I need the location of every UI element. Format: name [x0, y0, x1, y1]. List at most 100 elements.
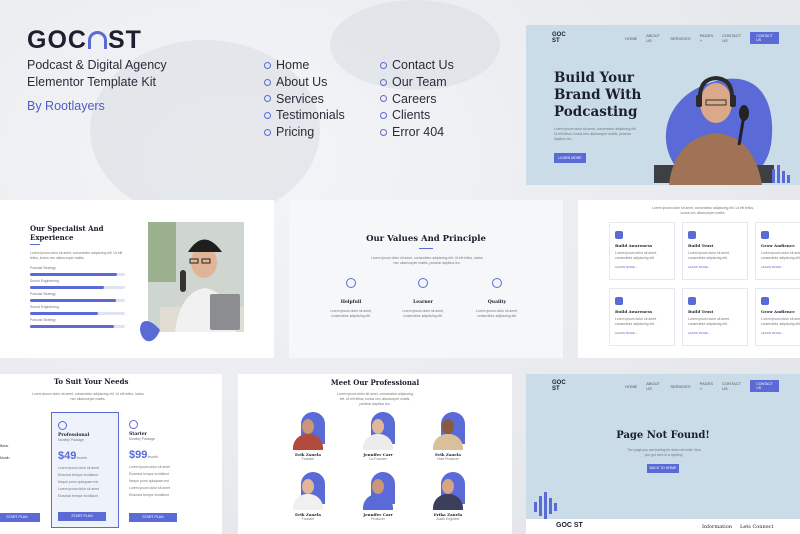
service-text: Lorem ipsum dolor sit amet, consectetur …: [615, 317, 657, 326]
start-plan-button[interactable]: START PLAN: [0, 513, 40, 522]
service-text: Lorem ipsum dolor sit amet, consectetur …: [615, 251, 657, 260]
nav-item[interactable]: SERVICES: [670, 384, 690, 389]
headphone-icon: [87, 30, 107, 49]
learn-more-link[interactable]: LEARN MORE ›: [615, 331, 669, 335]
team-text: Lorem ipsum dolor sit amet, consectetur …: [336, 392, 414, 406]
plan-feature: Lorem ipsum dolor sit amet: [129, 465, 170, 469]
nav-item[interactable]: CONTACT US: [722, 381, 741, 391]
nav-item[interactable]: PAGES ˅: [700, 33, 714, 43]
bullet-icon: [380, 61, 387, 69]
value-text: Lorem ipsum dolor sit amet, consectetur …: [402, 309, 444, 318]
learn-more-link[interactable]: LEARN MORE ›: [688, 331, 742, 335]
skill-bar: [30, 286, 125, 289]
service-card[interactable]: Grow Audience Lorem ipsum dolor sit amet,…: [755, 222, 800, 280]
logo: GOC ST: [27, 26, 142, 54]
member-head: [372, 479, 384, 494]
contact-button[interactable]: CONTACT US: [750, 380, 779, 392]
bullet-icon: [380, 112, 387, 120]
page-item[interactable]: Pricing: [264, 124, 345, 141]
hero-nav: GOC ST HOME ABOUT US SERVICES PAGES ˅ CO…: [552, 32, 788, 44]
plan-feature: Lorem ipsum dolor sit amet: [58, 466, 99, 470]
nav-item[interactable]: ABOUT US: [646, 33, 661, 43]
bullet-icon: [380, 95, 387, 103]
plan-price-row: $49/month: [58, 446, 112, 464]
value-icon: [418, 278, 428, 288]
member-role: Co-Founder: [368, 457, 388, 461]
skill-row: Podcast Strategy: [30, 266, 125, 276]
value-text: Lorem ipsum dolor sit amet, consectetur …: [330, 309, 372, 318]
skill-label: Podcast Strategy: [30, 318, 56, 322]
start-plan-button[interactable]: START PLAN: [58, 512, 106, 521]
services-text: Lorem ipsum dolor sit amet, consectetur …: [652, 206, 754, 215]
specialist-preview: Our Specialist And Experience Lorem ipsum…: [0, 200, 274, 358]
service-text: Lorem ipsum dolor sit amet, consectetur …: [688, 317, 730, 326]
plan-price: $99: [129, 449, 148, 461]
back-home-button[interactable]: BACK TO HOME: [647, 464, 679, 473]
member-role: Founder: [301, 457, 315, 461]
plan-feature: Lorem ipsum dolor sit amet: [129, 486, 170, 490]
member-head: [372, 419, 384, 434]
page-item[interactable]: Careers: [380, 91, 454, 108]
specialist-title: Our Specialist And Experience: [30, 224, 104, 242]
member-photo: [361, 472, 395, 510]
footer-logo: GOC ST: [556, 522, 583, 529]
contact-button[interactable]: CONTACT US: [750, 32, 779, 44]
page-item[interactable]: Testimonials: [264, 107, 345, 124]
nav-item[interactable]: ABOUT US: [646, 381, 661, 391]
bullet-icon: [380, 129, 387, 137]
skill-bar-fill: [30, 286, 105, 289]
services-preview: Lorem ipsum dolor sit amet, consectetur …: [578, 200, 800, 358]
plan-feature: Eiusmod tempor incididunt: [58, 494, 98, 498]
member-role: Audio Engineer: [436, 517, 460, 521]
learn-more-link[interactable]: LEARN MORE ›: [761, 265, 800, 269]
skill-bar: [30, 325, 125, 328]
team-member: Erik Zanela Host Producer: [424, 412, 472, 462]
service-name: Grow Audience: [761, 243, 795, 248]
plan-label: Month: [0, 456, 10, 460]
page-item[interactable]: Clients: [380, 107, 454, 124]
member-role: Producer: [371, 517, 385, 521]
service-card[interactable]: Build Awareness Lorem ipsum dolor sit ame…: [609, 288, 675, 346]
value-item: Quality Lorem ipsum dolor sit amet, conse…: [469, 278, 525, 319]
learn-more-link[interactable]: LEARN MORE ›: [688, 265, 742, 269]
bullet-icon: [380, 78, 387, 86]
page-item[interactable]: Home: [264, 57, 345, 74]
page-item[interactable]: Error 404: [380, 124, 454, 141]
learn-more-link[interactable]: LEARN MORE ›: [615, 265, 669, 269]
skill-bar-fill: [30, 299, 116, 302]
page-item[interactable]: Services: [264, 91, 345, 108]
value-icon: [492, 278, 502, 288]
nav-item[interactable]: CONTACT US: [722, 33, 741, 43]
page-item[interactable]: Our Team: [380, 74, 454, 91]
start-plan-button[interactable]: START PLAN: [129, 513, 177, 522]
learn-more-link[interactable]: LEARN MORE ›: [761, 331, 800, 335]
service-icon: [615, 231, 623, 239]
byline: By Rootlayers: [27, 99, 105, 113]
learn-more-button[interactable]: LEARN MORE: [554, 153, 586, 163]
nav-item[interactable]: HOME: [625, 36, 637, 41]
value-name: Helpfull: [340, 300, 362, 305]
value-name: Learner: [413, 300, 433, 305]
service-name: Build Trust: [688, 243, 714, 248]
soundwave-icon: [534, 492, 557, 520]
member-role: Host Producer: [437, 457, 459, 461]
skill-bar-fill: [30, 325, 114, 328]
page-item[interactable]: About Us: [264, 74, 345, 91]
service-card[interactable]: Build Trust Lorem ipsum dolor sit amet, c…: [682, 222, 748, 280]
plan-feature: Eiusmod tempor incididunt: [58, 473, 98, 477]
nav-item[interactable]: HOME: [625, 384, 637, 389]
plan-price-row: $99/month: [129, 445, 185, 463]
service-card[interactable]: Grow Audience Lorem ipsum dolor sit amet,…: [755, 288, 800, 346]
values-text: Lorem ipsum dolor sit amet, consectetur …: [371, 256, 483, 265]
service-icon: [615, 297, 623, 305]
skill-row: Sound Engineering: [30, 279, 125, 289]
nav-item[interactable]: PAGES ˅: [700, 381, 714, 391]
footer-heading: Information: [702, 524, 733, 530]
notfound-text: The page you are looking for does not ex…: [627, 448, 701, 457]
service-card[interactable]: Build Trust Lorem ipsum dolor sit amet, c…: [682, 288, 748, 346]
service-card[interactable]: Build Awareness Lorem ipsum dolor sit ame…: [609, 222, 675, 280]
page-item[interactable]: Contact Us: [380, 57, 454, 74]
member-photo: [431, 412, 465, 450]
nav-item[interactable]: SERVICES: [670, 36, 690, 41]
plan-feature: Lorem ipsum dolor sit amet: [58, 487, 99, 491]
